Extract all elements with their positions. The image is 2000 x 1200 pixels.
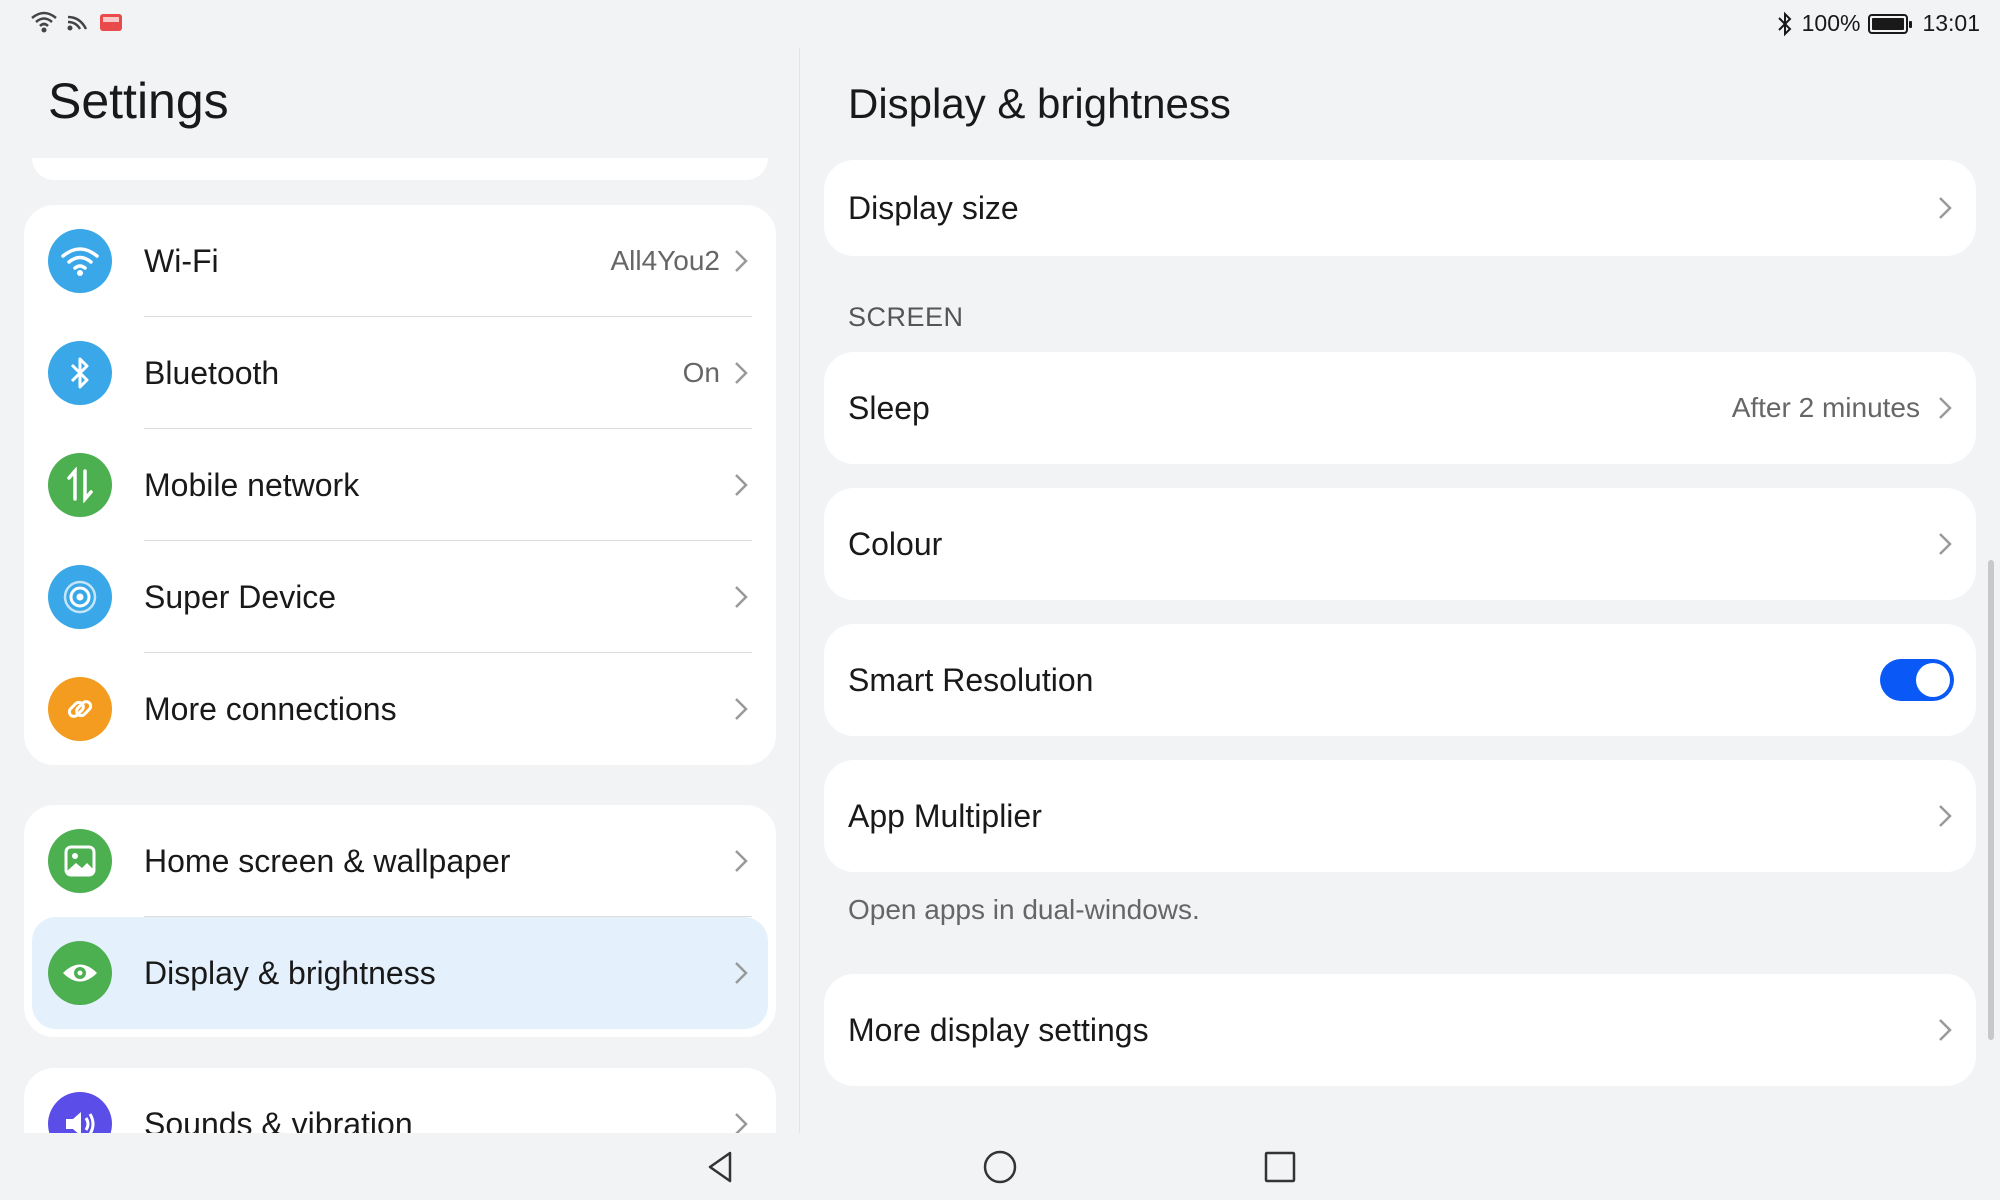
- eye-icon: [48, 941, 112, 1005]
- display-size-item[interactable]: Display size: [824, 160, 1976, 256]
- wifi-value: All4You2: [610, 245, 720, 276]
- super-device-icon: [48, 565, 112, 629]
- bluetooth-label: Bluetooth: [144, 354, 280, 391]
- settings-item-mobile-network[interactable]: Mobile network: [24, 429, 776, 541]
- chevron-right-icon: [1939, 397, 1952, 419]
- settings-list-pane: Settings Wi-Fi All4You2 Bluetooth On Mob…: [0, 0, 799, 1133]
- image-icon: [48, 829, 112, 893]
- chevron-right-icon: [1939, 805, 1952, 827]
- chevron-right-icon: [735, 250, 748, 272]
- personalization-group: Home screen & wallpaper Display & bright…: [24, 805, 776, 1037]
- detail-pane: Display & brightness Display size SCREEN…: [800, 0, 2000, 1133]
- recents-icon[interactable]: [1260, 1147, 1300, 1187]
- chevron-right-icon: [735, 586, 748, 608]
- settings-item-sounds-vibration[interactable]: Sounds & vibration: [24, 1068, 776, 1133]
- chevron-right-icon: [735, 1113, 748, 1133]
- scrollbar[interactable]: [1988, 560, 1994, 1040]
- settings-item-bluetooth[interactable]: Bluetooth On: [24, 317, 776, 429]
- smart-resolution-item: Smart Resolution: [824, 624, 1976, 736]
- chevron-right-icon: [735, 850, 748, 872]
- settings-item-more-connections[interactable]: More connections: [24, 653, 776, 765]
- bluetooth-icon: [48, 341, 112, 405]
- connectivity-group: Wi-Fi All4You2 Bluetooth On Mobile netwo…: [24, 205, 776, 765]
- sleep-item[interactable]: Sleep After 2 minutes: [824, 352, 1976, 464]
- app-multiplier-item[interactable]: App Multiplier: [824, 760, 1976, 872]
- chevron-right-icon: [1939, 197, 1952, 219]
- home-screen-wallpaper-label: Home screen & wallpaper: [144, 842, 511, 879]
- display-size-label: Display size: [848, 189, 1019, 226]
- wifi-label: Wi-Fi: [144, 242, 219, 279]
- sleep-value: After 2 minutes: [1731, 392, 1920, 423]
- smart-resolution-label: Smart Resolution: [848, 661, 1094, 698]
- home-icon[interactable]: [980, 1147, 1020, 1187]
- app-multiplier-label: App Multiplier: [848, 797, 1042, 834]
- more-connections-label: More connections: [144, 690, 397, 727]
- link-icon: [48, 677, 112, 741]
- bluetooth-value: On: [682, 357, 720, 388]
- colour-label: Colour: [848, 525, 943, 562]
- speaker-icon: [48, 1092, 112, 1133]
- chevron-right-icon: [735, 962, 748, 984]
- smart-resolution-toggle[interactable]: [1880, 659, 1954, 701]
- settings-item-display-brightness[interactable]: Display & brightness: [32, 917, 768, 1029]
- more-display-settings-item[interactable]: More display settings: [824, 974, 1976, 1086]
- navigation-bar: [0, 1133, 2000, 1200]
- mobile-data-icon: [48, 453, 112, 517]
- sound-group: Sounds & vibration: [24, 1068, 776, 1133]
- colour-item[interactable]: Colour: [824, 488, 1976, 600]
- search-card-edge: [32, 158, 768, 180]
- settings-item-super-device[interactable]: Super Device: [24, 541, 776, 653]
- settings-item-wifi[interactable]: Wi-Fi All4You2: [24, 205, 776, 317]
- wifi-icon: [48, 229, 112, 293]
- sleep-label: Sleep: [848, 389, 930, 426]
- chevron-right-icon: [735, 362, 748, 384]
- app-multiplier-description: Open apps in dual-windows.: [848, 894, 1200, 925]
- display-brightness-label: Display & brightness: [144, 954, 436, 991]
- sounds-vibration-label: Sounds & vibration: [144, 1105, 413, 1134]
- chevron-right-icon: [735, 698, 748, 720]
- mobile-network-label: Mobile network: [144, 466, 360, 503]
- chevron-right-icon: [1939, 533, 1952, 555]
- back-icon[interactable]: [700, 1147, 740, 1187]
- page-title: Settings: [48, 73, 229, 129]
- super-device-label: Super Device: [144, 578, 337, 615]
- more-display-settings-label: More display settings: [848, 1011, 1149, 1048]
- chevron-right-icon: [735, 474, 748, 496]
- detail-title: Display & brightness: [848, 80, 1231, 127]
- section-header-screen: SCREEN: [848, 302, 964, 332]
- chevron-right-icon: [1939, 1019, 1952, 1041]
- settings-item-home-screen-wallpaper[interactable]: Home screen & wallpaper: [24, 805, 776, 917]
